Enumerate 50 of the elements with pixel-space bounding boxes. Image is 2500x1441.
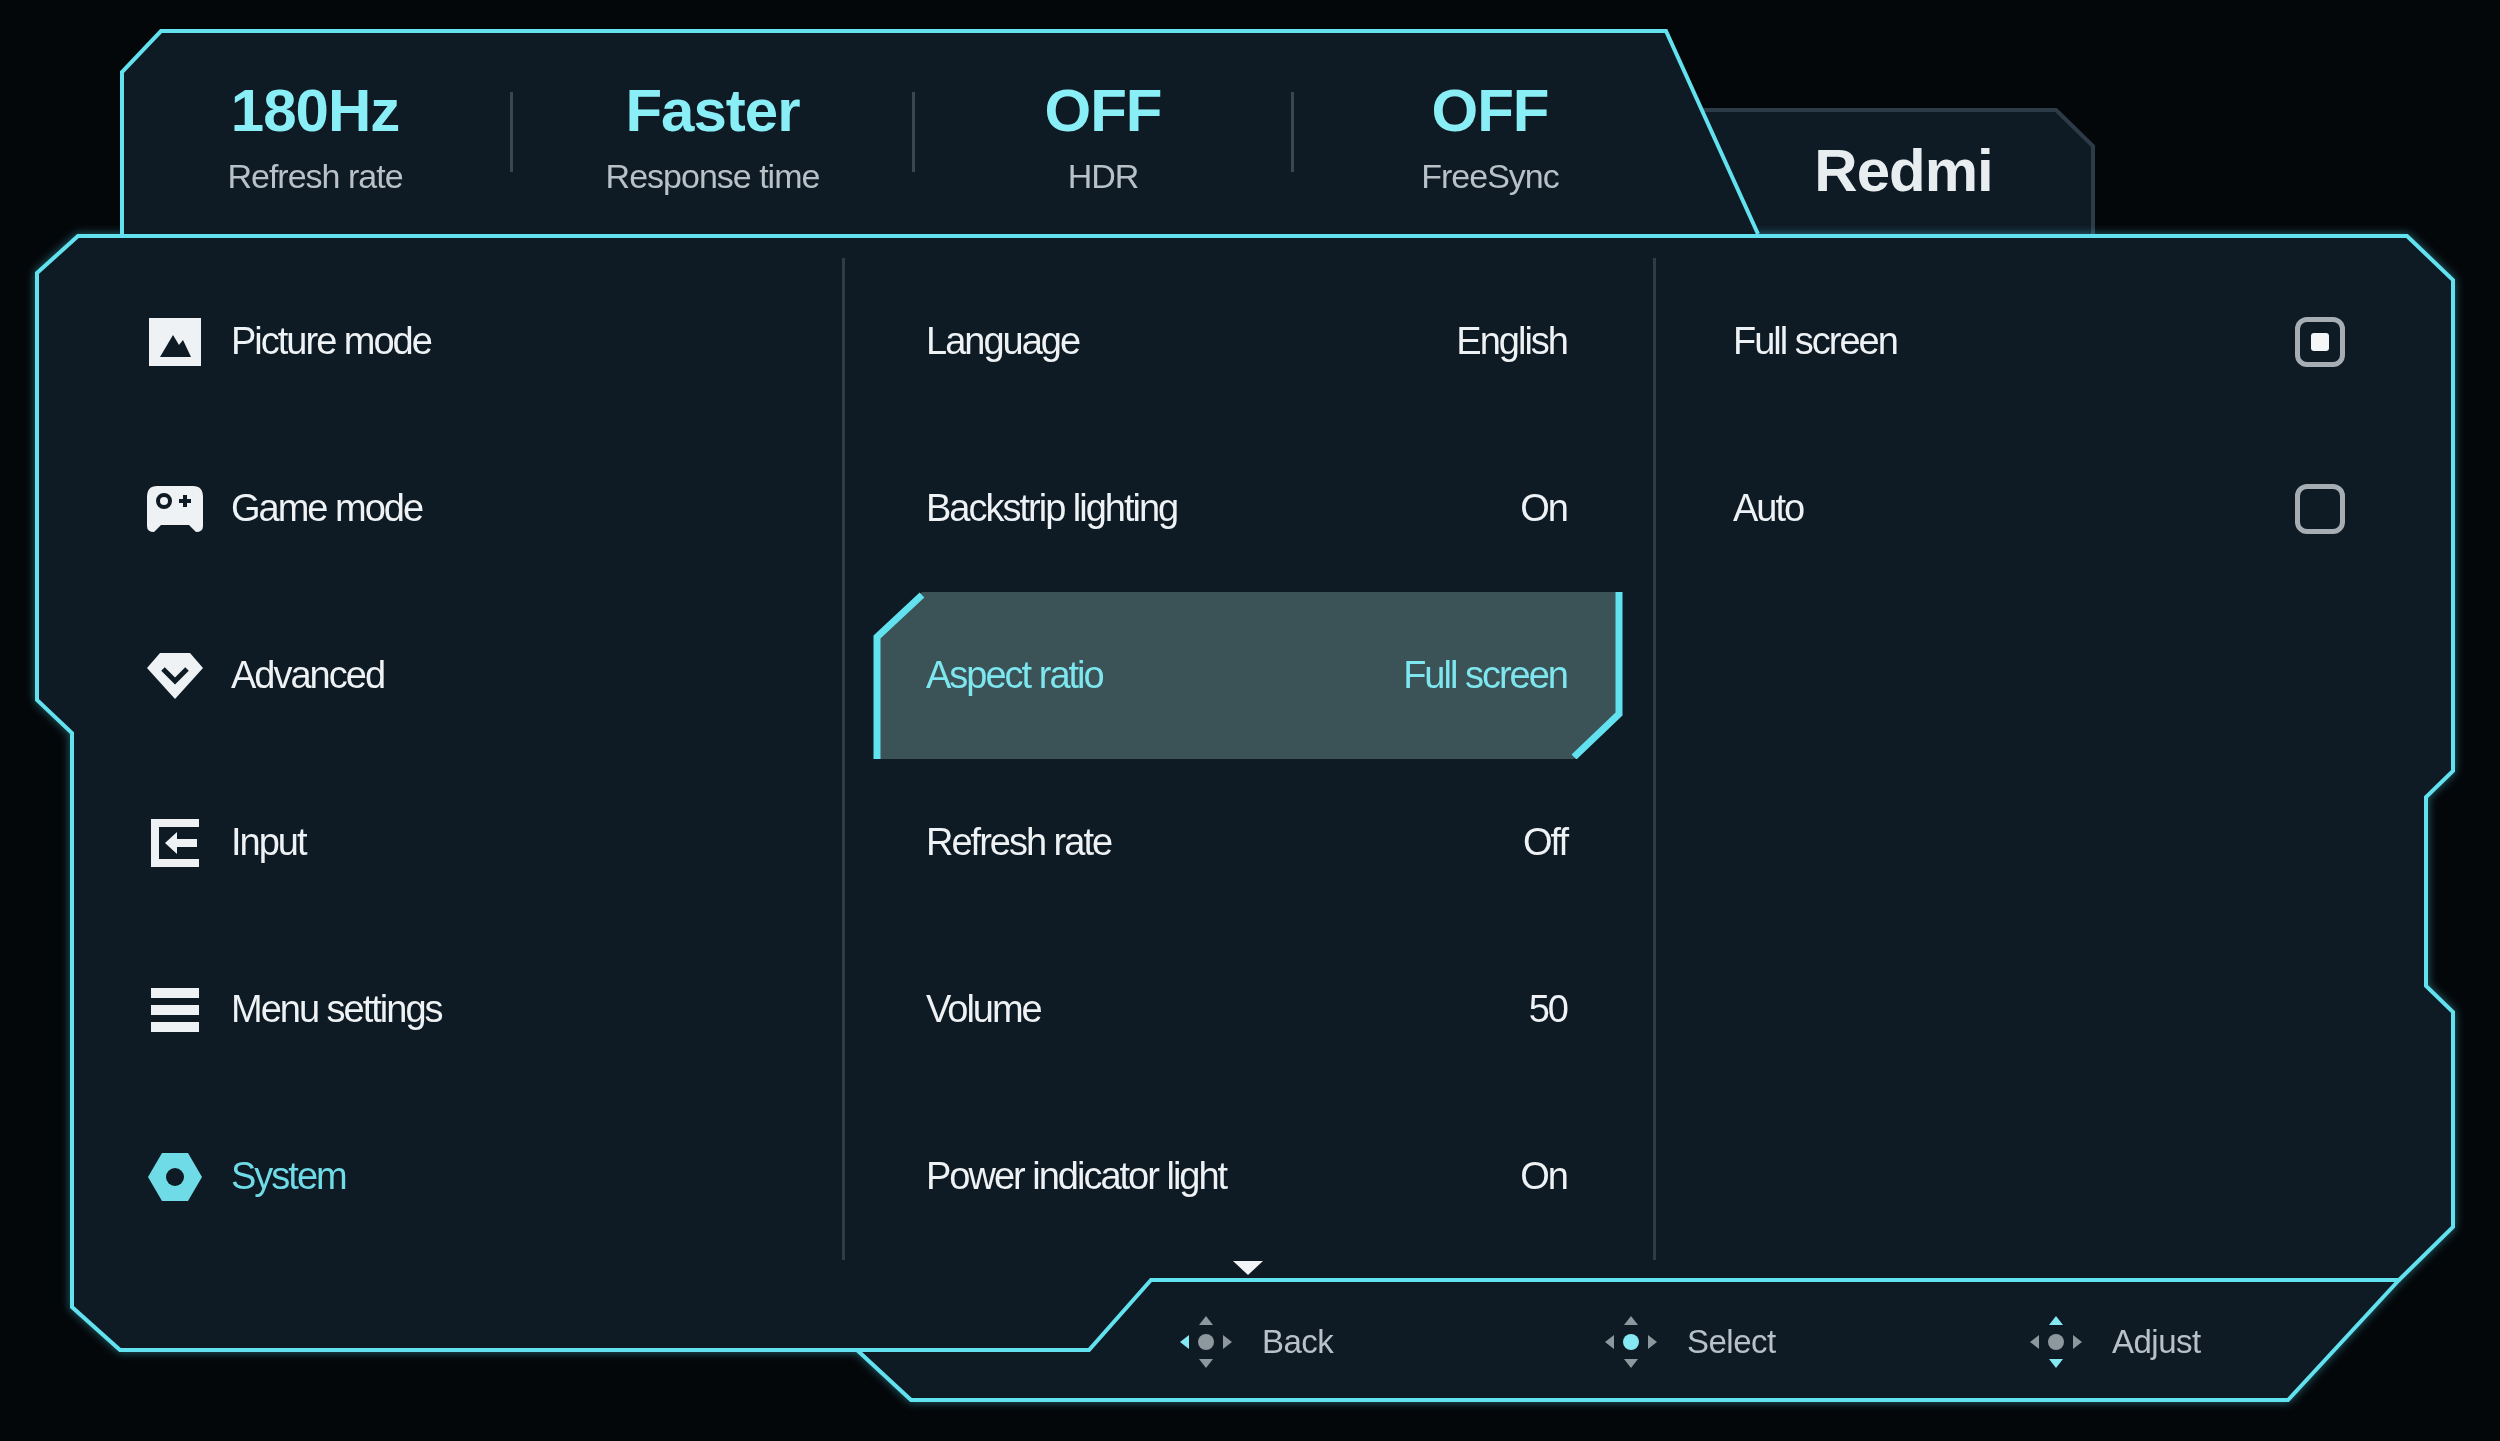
stat-value: OFF [1044,81,1162,141]
stat-label: HDR [1067,156,1139,196]
arrow-into-bracket-icon [151,818,199,867]
setting-row[interactable]: Aspect ratio Full screen [873,592,1623,759]
setting-label: Backstrip lighting [926,486,1178,531]
stat-label: FreeSync [1421,156,1559,196]
dpad-icon [1605,1316,1657,1368]
setting-value: 50 [1528,987,1567,1032]
setting-row[interactable]: Refresh rate Off [873,759,1623,926]
gem-icon [147,652,203,699]
footer-hint: Select [1687,1322,1776,1363]
setting-label: Power indicator light [926,1154,1227,1199]
setting-row[interactable]: Language English [873,258,1623,425]
dpad-icon [1180,1316,1232,1368]
setting-value: Off [1523,820,1567,865]
menu-item[interactable]: Picture mode [147,311,431,372]
stat-label: Refresh rate [227,156,403,196]
setting-label: Language [926,319,1080,364]
menu-item[interactable]: System [147,1146,346,1207]
setting-row[interactable]: Power indicator light On [873,1093,1623,1260]
setting-row[interactable]: Backstrip lighting On [873,425,1623,592]
setting-value: Full screen [1403,653,1567,698]
footer-hint: Back [1262,1322,1334,1363]
menu-item[interactable]: Input [147,812,306,873]
menu-item[interactable]: Advanced [147,645,384,706]
gamepad-icon [147,485,203,532]
radio-button[interactable] [2295,483,2345,534]
dpad-icon [2030,1316,2082,1368]
footer-hint: Adjust [2112,1322,2201,1363]
setting-value: English [1456,319,1567,364]
brand-name: Redmi [1814,139,1993,203]
menu-icon [151,987,199,1032]
setting-label: Aspect ratio [926,653,1103,698]
stat-label: Response time [605,156,820,196]
down-triangle-icon [1233,1261,1263,1275]
radio-button[interactable] [2295,316,2345,367]
stat-value: 180Hz [230,81,400,141]
stat-value: OFF [1431,81,1549,141]
setting-label: Volume [926,987,1041,1032]
setting-row[interactable]: Volume 50 [873,926,1623,1093]
hexagon-icon [148,1152,202,1201]
setting-value: On [1520,1154,1567,1199]
setting-value: On [1520,486,1567,531]
menu-item[interactable]: Game mode [147,478,423,539]
option-label: Full screen [1733,319,1897,364]
image-icon [149,317,201,366]
stat-value: Faster [625,81,800,141]
option-label: Auto [1733,486,1804,531]
setting-label: Refresh rate [926,820,1112,865]
menu-item[interactable]: Menu settings [147,979,442,1040]
